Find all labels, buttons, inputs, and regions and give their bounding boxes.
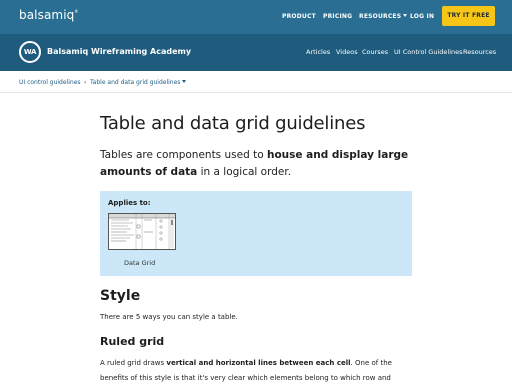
lead-text-end: in a logical order. [197,166,292,178]
data-grid-thumbnail[interactable] [108,213,176,250]
ruled-text: A ruled grid draws [100,359,167,367]
academy-logo-icon[interactable]: WA [19,41,41,63]
academy-link-courses[interactable]: Courses [362,48,388,56]
data-grid-thumbnail-icon [109,214,175,249]
nav-log-in[interactable]: LOG IN [410,13,434,20]
breadcrumb-current-label: Table and data grid guidelines [90,79,181,86]
nav-resources[interactable]: RESOURCES [359,13,408,20]
academy-header: WA Balsamiq Wireframing Academy Articles… [0,34,512,71]
academy-link-resources[interactable]: Resources [463,48,496,56]
logo-registered-mark: ® [74,9,79,14]
academy-title[interactable]: Balsamiq Wireframing Academy [47,47,191,56]
applies-to-panel: Applies to: Data Grid [100,191,412,276]
nav-product[interactable]: PRODUCT [282,13,316,20]
breadcrumb: UI control guidelines › Table and data g… [0,71,512,93]
page-title: Table and data grid guidelines [100,113,366,134]
lead-paragraph: Tables are components used to house and … [100,147,420,181]
try-it-free-button[interactable]: TRY IT FREE [442,6,495,26]
ruled-grid-heading: Ruled grid [100,335,165,348]
breadcrumb-separator: › [84,79,87,86]
ruled-bold-text: vertical and horizontal lines between ea… [166,359,351,367]
breadcrumb-table-guidelines[interactable]: Table and data grid guidelines [90,79,187,86]
academy-link-articles[interactable]: Articles [306,48,330,56]
logo-text: balsamiq [19,8,75,22]
lead-text: Tables are components used to [100,149,267,161]
academy-link-videos[interactable]: Videos [336,48,358,56]
academy-link-ui-control-guidelines[interactable]: UI Control Guidelines [394,48,463,56]
site-header: balsamiq® PRODUCT PRICING RESOURCES LOG … [0,0,512,34]
style-heading: Style [100,288,141,304]
nav-resources-label: RESOURCES [359,13,402,20]
breadcrumb-ui-control-guidelines[interactable]: UI control guidelines [19,79,81,86]
balsamiq-logo[interactable]: balsamiq® [19,8,78,22]
data-grid-caption[interactable]: Data Grid [124,259,155,267]
style-intro: There are 5 ways you can style a table. [100,313,238,321]
nav-pricing[interactable]: PRICING [323,13,352,20]
chevron-down-icon [182,80,187,83]
ruled-grid-paragraph: A ruled grid draws vertical and horizont… [100,356,414,384]
applies-to-label: Applies to: [108,199,151,207]
chevron-down-icon [403,14,408,17]
